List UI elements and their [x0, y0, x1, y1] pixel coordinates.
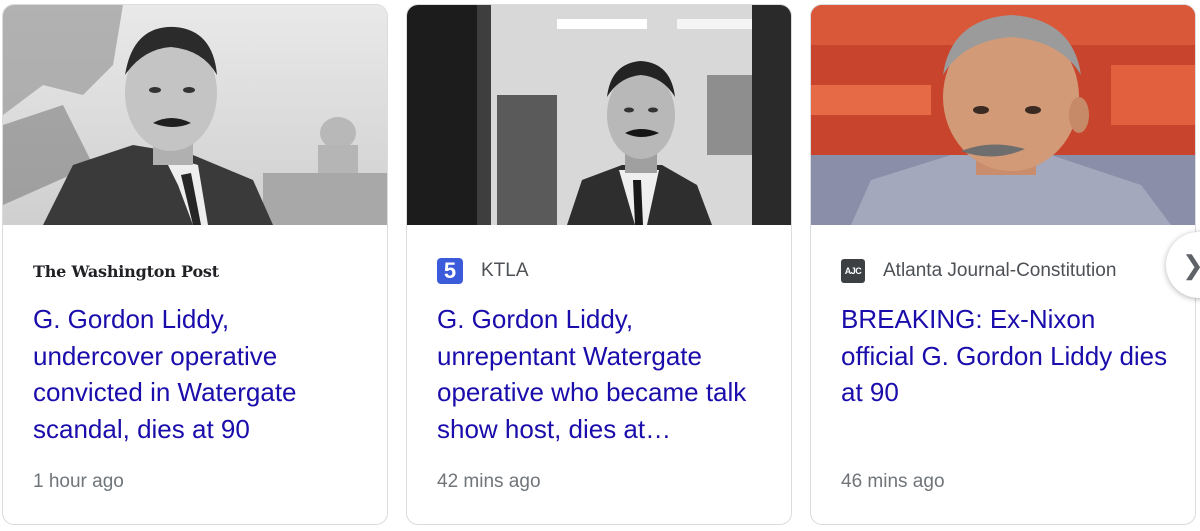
chevron-right-icon: ❯: [1182, 250, 1200, 281]
source-name: Atlanta Journal-Constitution: [883, 260, 1117, 281]
top-stories-carousel: The Washington Post G. Gordon Liddy, und…: [0, 0, 1200, 531]
source-row: 5 KTLA: [437, 256, 781, 286]
headline-link[interactable]: G. Gordon Liddy, unrepentant Watergate o…: [437, 301, 769, 447]
headline-link[interactable]: G. Gordon Liddy, undercover operative co…: [33, 301, 365, 447]
source-name: KTLA: [481, 260, 529, 281]
ktla-favicon-icon: 5: [437, 258, 463, 284]
article-thumbnail[interactable]: [3, 5, 387, 225]
headline-link[interactable]: BREAKING: Ex-Nixon official G. Gordon Li…: [841, 301, 1173, 411]
source-row: AJC Atlanta Journal-Constitution: [841, 256, 1185, 286]
ajc-favicon-icon: AJC: [841, 259, 865, 283]
article-thumbnail[interactable]: [811, 5, 1195, 225]
news-card-washington-post[interactable]: The Washington Post G. Gordon Liddy, und…: [2, 4, 388, 525]
timestamp: 42 mins ago: [437, 471, 541, 492]
washington-post-logo: The Washington Post: [33, 261, 219, 281]
article-thumbnail[interactable]: [407, 5, 791, 225]
news-card-ktla[interactable]: 5 KTLA G. Gordon Liddy, unrepentant Wate…: [406, 4, 792, 525]
source-row: The Washington Post: [33, 256, 377, 286]
timestamp: 1 hour ago: [33, 471, 124, 492]
news-card-ajc[interactable]: AJC Atlanta Journal-Constitution BREAKIN…: [810, 4, 1196, 525]
timestamp: 46 mins ago: [841, 471, 945, 492]
